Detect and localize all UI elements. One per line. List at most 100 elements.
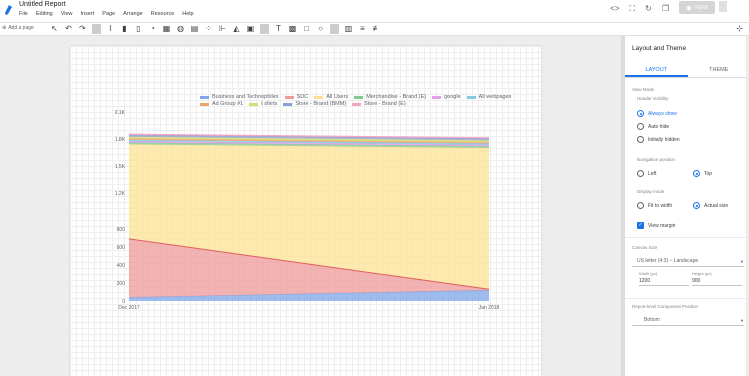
toolbar-divider — [260, 24, 269, 34]
layout-theme-panel: Layout and Theme LAYOUT THEME View Mode … — [624, 36, 749, 376]
menu-insert[interactable]: Insert — [81, 11, 95, 17]
fullscreen-icon[interactable]: ⛶ — [630, 4, 636, 14]
option-initially-hidden[interactable]: Initially hidden — [637, 136, 680, 143]
area-chart-icon[interactable]: ◭ — [232, 24, 241, 34]
legend-label: Merchandise - Brand (E) — [366, 94, 427, 100]
canvas-size-select[interactable]: US letter (4:3) – Landscape ▼ — [632, 257, 744, 267]
toolbar: ⊕ Add a page ↖ ↶ ↷ ⌇ ▮ ▯ ◔ ▦ ◍ ▤ ⁘ ⊩ ◭ ▣… — [0, 22, 749, 36]
code-icon[interactable]: <> — [610, 4, 619, 14]
share-button[interactable] — [719, 1, 727, 12]
option-always-show[interactable]: Always show — [637, 110, 677, 117]
menu-file[interactable]: File — [19, 11, 28, 17]
refresh-icon[interactable]: ↻ — [645, 4, 652, 14]
menu-view[interactable]: View — [61, 11, 73, 17]
legend-label: All webpages — [478, 94, 512, 100]
legend-item[interactable]: All webpages — [466, 94, 512, 100]
view-button[interactable]: ◉ VIEW — [679, 1, 715, 14]
legend-swatch — [352, 102, 362, 106]
legend-label: SDC — [296, 94, 309, 100]
component-position-select[interactable]: Bottom ▼ — [632, 316, 744, 326]
option-nav-top[interactable]: Top — [693, 170, 712, 177]
pivot-table-icon[interactable]: ▣ — [246, 24, 255, 34]
legend-item[interactable]: Ad Group #1 — [200, 101, 243, 107]
option-nav-left[interactable]: Left — [637, 170, 656, 177]
add-user-icon[interactable]: ⊹ — [736, 24, 743, 33]
copy-icon[interactable]: ❐ — [662, 4, 669, 14]
undo-icon[interactable]: ↶ — [64, 24, 73, 34]
timeseries-chart-icon[interactable]: ⌇ — [106, 24, 115, 34]
legend-item[interactable]: SDC — [284, 94, 309, 100]
component-position-value: Bottom — [644, 317, 660, 323]
data-control-icon[interactable]: ≢ — [372, 24, 381, 34]
legend-label: All Users — [326, 94, 349, 100]
legend-item[interactable]: All Users — [314, 94, 348, 100]
legend-item[interactable]: Business and Technophiles — [200, 94, 279, 100]
x-tick-label: Jan 2018 — [479, 305, 500, 311]
width-input[interactable]: 1200 — [639, 278, 689, 286]
x-tick-label: Dec 2017 — [118, 305, 140, 311]
legend-item[interactable]: google — [432, 94, 461, 100]
menu-resource[interactable]: Resource — [151, 11, 175, 17]
view-margin-label: View margin — [648, 222, 676, 229]
view-margin-checkbox[interactable]: ✓ View margin — [637, 222, 675, 229]
combo-chart-icon[interactable]: ▯ — [134, 24, 143, 34]
add-icon: ⊕ — [2, 25, 7, 31]
text-icon[interactable]: T — [274, 24, 283, 34]
y-tick-label: 600 — [117, 245, 126, 251]
view-mode-heading: View Mode — [632, 87, 655, 92]
toolbar-divider — [330, 24, 339, 34]
report-page: 0 200 400 600 800 1.2K 1.5K 1.8K 2.1K Dec 2017 Jan… — [70, 46, 541, 376]
image-icon[interactable]: ▩ — [288, 24, 297, 34]
y-tick-label: 1.2K — [115, 191, 126, 197]
y-tick-label: 1.8K — [115, 137, 126, 143]
circle-icon[interactable]: ○ — [316, 24, 325, 34]
rectangle-icon[interactable]: □ — [302, 24, 311, 34]
legend-swatch — [432, 95, 442, 99]
tab-layout[interactable]: LAYOUT — [625, 62, 688, 77]
option-actual-size[interactable]: Actual size — [693, 202, 728, 209]
bar-chart-icon[interactable]: ▮ — [120, 24, 129, 34]
redo-icon[interactable]: ↷ — [78, 24, 87, 34]
menu-page[interactable]: Page — [102, 11, 115, 17]
legend-label: Business and Technophiles — [212, 94, 279, 100]
option-fit-to-width[interactable]: Fit to width — [637, 202, 672, 209]
radio-icon — [637, 136, 644, 143]
report-title[interactable]: Untitled Report — [19, 1, 66, 8]
legend-item[interactable]: Merchandise - Brand (E) — [354, 94, 426, 100]
tab-theme[interactable]: THEME — [688, 62, 749, 77]
legend-item[interactable]: Store - Brand (BMM) — [283, 101, 346, 107]
legend-label: Store - Brand (BMM) — [295, 101, 347, 107]
menu-help[interactable]: Help — [182, 11, 193, 17]
add-page-button[interactable]: ⊕ Add a page — [2, 25, 34, 31]
legend-item[interactable]: t shirts — [249, 101, 277, 107]
legend-item[interactable]: Store - Brand (E) — [352, 101, 406, 107]
option-label: Auto hide — [648, 123, 670, 130]
checkmark-icon: ✓ — [637, 222, 644, 229]
report-canvas: 0 200 400 600 800 1.2K 1.5K 1.8K 2.1K Dec 2017 Jan… — [0, 36, 621, 376]
radio-selected-icon — [637, 110, 644, 117]
display-mode-heading: Display mode — [637, 189, 665, 194]
dropdown-arrow-icon: ▼ — [740, 259, 744, 264]
height-input[interactable]: 900 — [692, 278, 742, 286]
radio-selected-icon — [693, 170, 700, 177]
nav-position-heading: Navigation position — [637, 157, 676, 162]
filter-control-icon[interactable]: ≡ — [358, 24, 367, 34]
panel-divider — [625, 237, 749, 238]
option-auto-hide[interactable]: Auto hide — [637, 123, 669, 130]
pie-chart-icon[interactable]: ◔ — [148, 24, 157, 34]
legend-label: t shirts — [261, 101, 278, 107]
legend-swatch — [466, 95, 476, 99]
menu-arrange[interactable]: Arrange — [123, 11, 143, 17]
dropdown-arrow-icon: ▼ — [740, 318, 744, 323]
geo-map-icon[interactable]: ◍ — [176, 24, 185, 34]
menu-bar: File Editing View Insert Page Arrange Re… — [19, 11, 194, 17]
scorecard-icon[interactable]: ▤ — [190, 24, 199, 34]
menu-editing[interactable]: Editing — [36, 11, 53, 17]
scatter-chart-icon[interactable]: ⁘ — [204, 24, 213, 34]
canvas-size-value: US letter (4:3) – Landscape — [637, 258, 699, 264]
date-range-icon[interactable]: ▥ — [344, 24, 353, 34]
table-icon[interactable]: ▦ — [162, 24, 171, 34]
bullet-chart-icon[interactable]: ⊩ — [218, 24, 227, 34]
legend-swatch — [283, 102, 293, 106]
select-icon[interactable]: ↖ — [50, 24, 59, 34]
